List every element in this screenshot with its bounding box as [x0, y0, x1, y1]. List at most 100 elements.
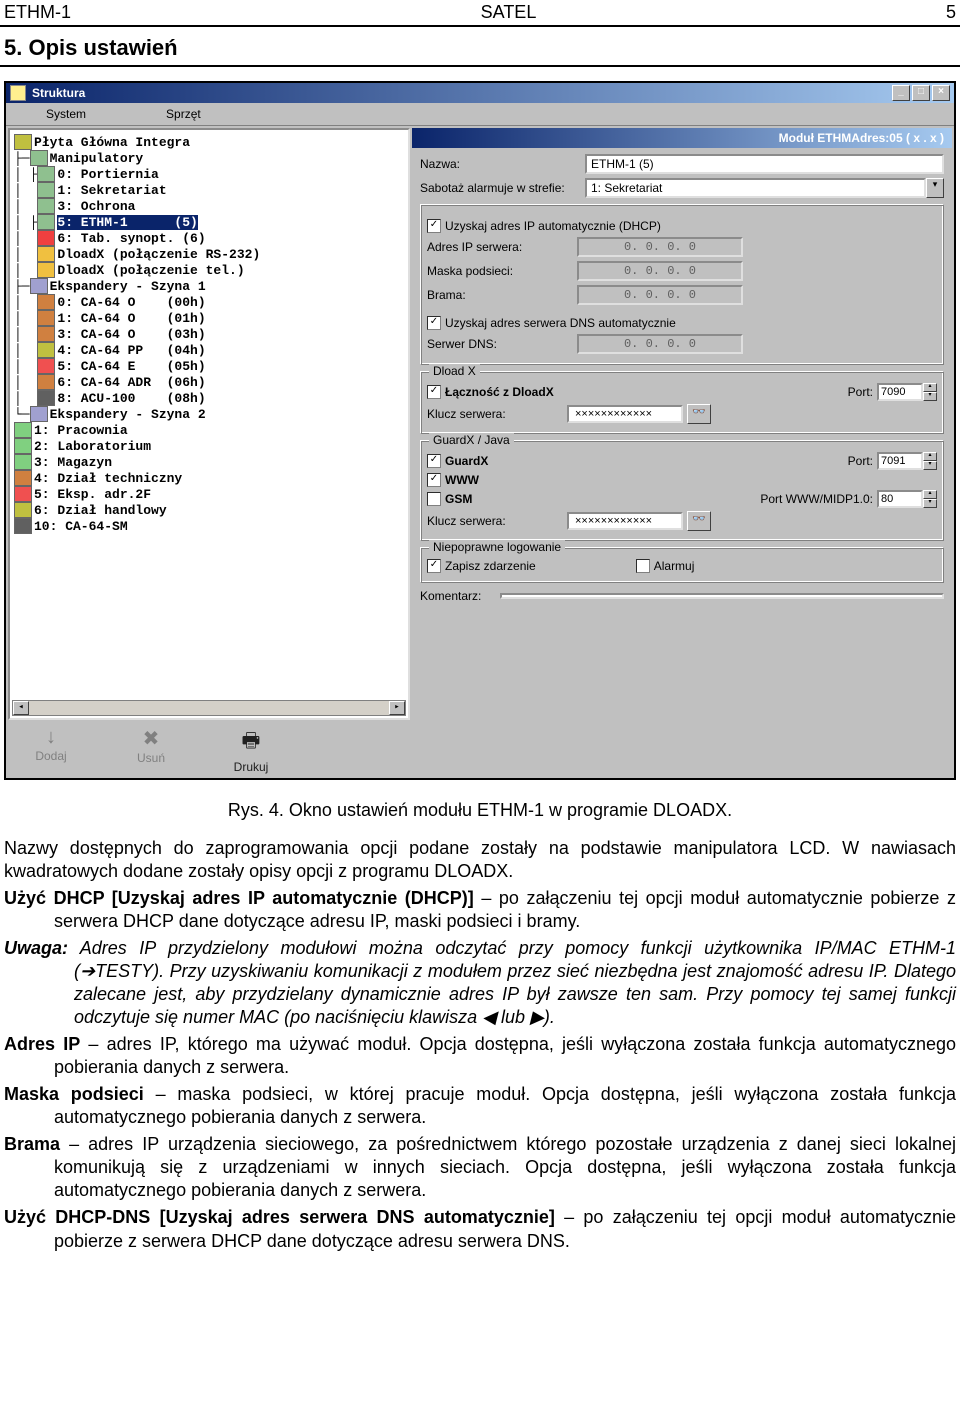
window-title: Struktura — [32, 86, 85, 100]
tree-m3[interactable]: 3: Ochrona — [57, 199, 135, 214]
tree-exp1[interactable]: Ekspandery - Szyna 1 — [50, 279, 206, 294]
dloadx-checkbox[interactable]: ✓Łączność z DloadX — [427, 385, 554, 399]
trafficlight-icon — [37, 230, 55, 246]
hdr-center: SATEL — [481, 2, 537, 23]
tree-d2[interactable]: DloadX (połączenie tel.) — [57, 263, 244, 278]
log-checkbox[interactable]: ✓Zapisz zdarzenie — [427, 559, 536, 573]
guardx-checkbox[interactable]: ✓GuardX — [427, 454, 488, 468]
dns-auto-checkbox[interactable]: ✓Uzyskaj adres serwera DNS automatycznie — [427, 316, 676, 330]
ip-group: ✓Uzyskaj adres IP automatycznie (DHCP) A… — [420, 204, 944, 365]
module-icon — [37, 342, 55, 358]
tree-m0[interactable]: 0: Portiernia — [57, 167, 158, 182]
tree-f10[interactable]: 10: CA-64-SM — [34, 519, 128, 534]
titlebar: Struktura _ □ × — [6, 83, 954, 103]
minimize-button[interactable]: _ — [892, 85, 910, 101]
tree-pane[interactable]: Płyta Główna Integra ├─Manipulatory │ ├0… — [8, 128, 410, 720]
pc-icon — [37, 262, 55, 278]
ip-input: 0. 0. 0. 0 — [577, 237, 743, 257]
dloadx-group: Dload X ✓Łączność z DloadX Port: 7090 ▴▾… — [420, 371, 944, 434]
tree-e1[interactable]: 1: CA-64 O (01h) — [57, 311, 205, 326]
tree-root[interactable]: Płyta Główna Integra — [34, 135, 190, 150]
tree-manip[interactable]: Manipulatory — [50, 151, 144, 166]
figure-caption: Rys. 4. Okno ustawień modułu ETHM-1 w pr… — [0, 794, 960, 831]
module-icon — [37, 310, 55, 326]
tree-f1[interactable]: 1: Pracownia — [34, 423, 128, 438]
name-label: Nazwa: — [420, 157, 585, 171]
www-checkbox[interactable]: ✓WWW — [427, 473, 479, 487]
module-icon — [37, 374, 55, 390]
lcd-icon — [37, 214, 55, 230]
gw-input: 0. 0. 0. 0 — [577, 285, 743, 305]
dloadx-title: Dload X — [429, 364, 480, 378]
module-icon — [14, 502, 32, 518]
tree-e5[interactable]: 5: CA-64 E (05h) — [57, 359, 205, 374]
hdr-right: 5 — [946, 2, 956, 23]
sabotage-select[interactable]: 1: Sekretariat ▾ — [585, 178, 944, 198]
key-label-2: Klucz serwera: — [427, 514, 567, 528]
name-input[interactable]: ETHM-1 (5) — [585, 154, 944, 174]
tree-m5-selected[interactable]: 5: ETHM-1 (5) — [57, 215, 197, 230]
tree-m1[interactable]: 1: Sekretariat — [57, 183, 166, 198]
port-label-2: Port: — [848, 454, 873, 468]
alarm-checkbox[interactable]: Alarmuj — [636, 559, 695, 573]
chevron-down-icon[interactable]: ▾ — [926, 178, 944, 198]
port-guardx-spinner[interactable]: 7091 ▴▾ — [877, 452, 937, 470]
reveal-key-button[interactable]: 👓 — [687, 404, 711, 424]
tree-scrollbar[interactable]: ◂ ▸ — [12, 700, 406, 716]
tree-f4[interactable]: 4: Dział techniczny — [34, 471, 182, 486]
close-button[interactable]: × — [932, 85, 950, 101]
tree-e8[interactable]: 8: ACU-100 (08h) — [57, 391, 205, 406]
comment-label: Komentarz: — [420, 589, 500, 603]
print-label: Drukuj — [234, 760, 269, 774]
scroll-right-icon[interactable]: ▸ — [389, 701, 405, 715]
board-icon — [14, 134, 32, 150]
section-title: 5. Opis ustawień — [0, 27, 960, 67]
print-button[interactable]: 🖶 Drukuj — [216, 726, 286, 774]
maximize-button[interactable]: □ — [912, 85, 930, 101]
tree-e6[interactable]: 6: CA-64 ADR (06h) — [57, 375, 205, 390]
toolbar: ↓ Dodaj ✖ Usuń 🖶 Drukuj — [6, 722, 412, 778]
module-icon — [37, 358, 55, 374]
tree-f5[interactable]: 5: Eksp. adr.2F — [34, 487, 151, 502]
gsm-checkbox[interactable]: GSM — [427, 492, 472, 506]
tree-m6[interactable]: 6: Tab. synopt. (6) — [57, 231, 205, 246]
tree-e0[interactable]: 0: CA-64 O (00h) — [57, 295, 205, 310]
tree-f3[interactable]: 3: Magazyn — [34, 455, 112, 470]
tree-d1[interactable]: DloadX (połączenie RS-232) — [57, 247, 260, 262]
bus-icon — [30, 278, 48, 294]
tree-f2[interactable]: 2: Laboratorium — [34, 439, 151, 454]
add-icon: ↓ — [46, 726, 56, 749]
dhcp-checkbox[interactable]: ✓Uzyskaj adres IP automatycznie (DHCP) — [427, 219, 661, 233]
module-icon — [14, 518, 32, 534]
delete-label: Usuń — [137, 751, 165, 765]
delete-icon: ✖ — [143, 726, 160, 751]
page-header: ETHM-1 SATEL 5 — [0, 0, 960, 27]
menubar: System Sprzęt — [6, 103, 954, 126]
add-button[interactable]: ↓ Dodaj — [16, 726, 86, 774]
guardx-title: GuardX / Java — [429, 433, 514, 447]
lcd-icon — [37, 166, 55, 182]
delete-button[interactable]: ✖ Usuń — [116, 726, 186, 774]
mask-input: 0. 0. 0. 0 — [577, 261, 743, 281]
module-icon — [14, 486, 32, 502]
key-label: Klucz serwera: — [427, 407, 567, 421]
reveal-key-button-2[interactable]: 👓 — [687, 511, 711, 531]
tree-f6[interactable]: 6: Dział handlowy — [34, 503, 167, 518]
tree-e4[interactable]: 4: CA-64 PP (04h) — [57, 343, 205, 358]
comment-input[interactable] — [500, 593, 944, 599]
module-icon — [14, 422, 32, 438]
tree-exp2[interactable]: Ekspandery - Szyna 2 — [50, 407, 206, 422]
scroll-left-icon[interactable]: ◂ — [13, 701, 29, 715]
key-input-2[interactable]: ×××××××××××× — [567, 512, 683, 530]
key-input[interactable]: ×××××××××××× — [567, 405, 683, 423]
badlogin-group: Niepoprawne logowanie ✓Zapisz zdarzenie … — [420, 547, 944, 583]
app-icon — [10, 85, 26, 101]
port-dloadx-spinner[interactable]: 7090 ▴▾ — [877, 383, 937, 401]
tree-e3[interactable]: 3: CA-64 O (03h) — [57, 327, 205, 342]
port-www-spinner[interactable]: 80 ▴▾ — [877, 490, 937, 508]
lcd-icon — [37, 182, 55, 198]
menu-system[interactable]: System — [6, 105, 126, 123]
module-icon — [37, 326, 55, 342]
menu-sprzet[interactable]: Sprzęt — [126, 105, 241, 123]
sabotage-value: 1: Sekretariat — [585, 178, 926, 198]
